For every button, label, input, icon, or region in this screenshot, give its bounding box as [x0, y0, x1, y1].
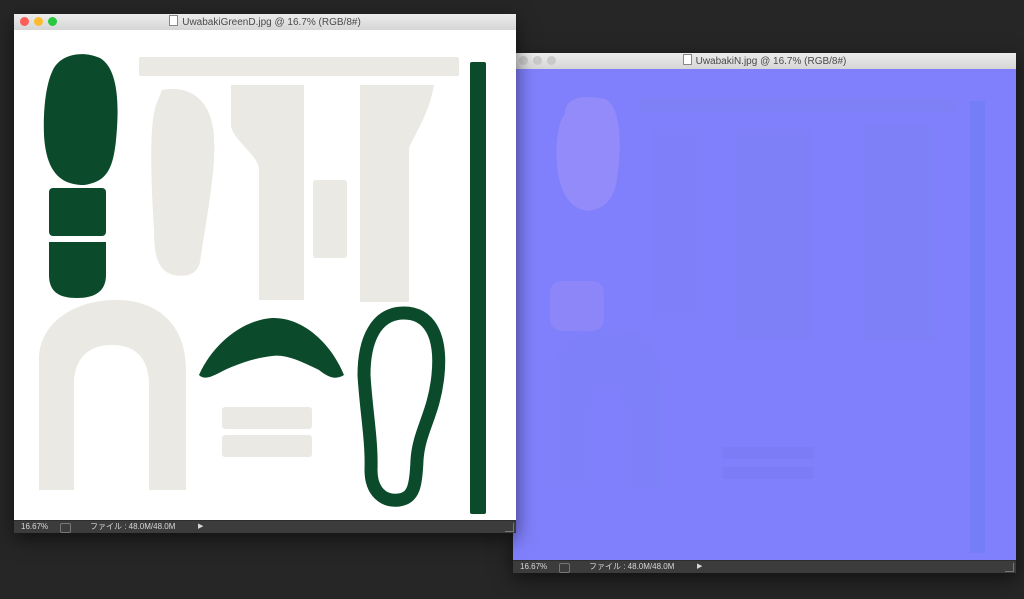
document-info: ファイル : 48.0M/48.0M — [90, 522, 176, 531]
normal-map-image — [513, 69, 1016, 561]
zoom-level[interactable]: 16.67% — [520, 561, 547, 573]
status-options-icon[interactable] — [60, 523, 71, 533]
document-icon — [169, 15, 179, 26]
status-menu-arrow-icon[interactable]: ▶ — [697, 561, 702, 573]
document-icon — [682, 54, 692, 65]
diffuse-texture-window[interactable]: UwabakiGreenD.jpg @ 16.7% (RGB/8#) 16.67… — [14, 14, 516, 533]
diffuse-texture-canvas[interactable] — [14, 30, 516, 521]
normal-map-window[interactable]: UwabakiN.jpg @ 16.7% (RGB/8#) 16.67% ファイ… — [513, 53, 1016, 573]
window-title: UwabakiGreenD.jpg @ 16.7% (RGB/8#) — [182, 17, 361, 28]
diffuse-texture-image — [14, 30, 516, 521]
status-menu-arrow-icon[interactable]: ▶ — [198, 521, 203, 533]
status-bar: 16.67% ファイル : 48.0M/48.0M ▶ — [513, 560, 1016, 573]
resize-grip-icon[interactable] — [1005, 563, 1014, 572]
zoom-level[interactable]: 16.67% — [21, 521, 48, 533]
document-info: ファイル : 48.0M/48.0M — [589, 562, 675, 571]
normal-map-canvas[interactable] — [513, 69, 1016, 561]
status-options-icon[interactable] — [559, 563, 570, 573]
window-title: UwabakiN.jpg @ 16.7% (RGB/8#) — [695, 56, 847, 67]
resize-grip-icon[interactable] — [505, 523, 514, 532]
title-bar[interactable]: UwabakiN.jpg @ 16.7% (RGB/8#) — [513, 53, 1016, 70]
status-bar: 16.67% ファイル : 48.0M/48.0M ▶ — [14, 520, 516, 533]
title-bar[interactable]: UwabakiGreenD.jpg @ 16.7% (RGB/8#) — [14, 14, 516, 31]
